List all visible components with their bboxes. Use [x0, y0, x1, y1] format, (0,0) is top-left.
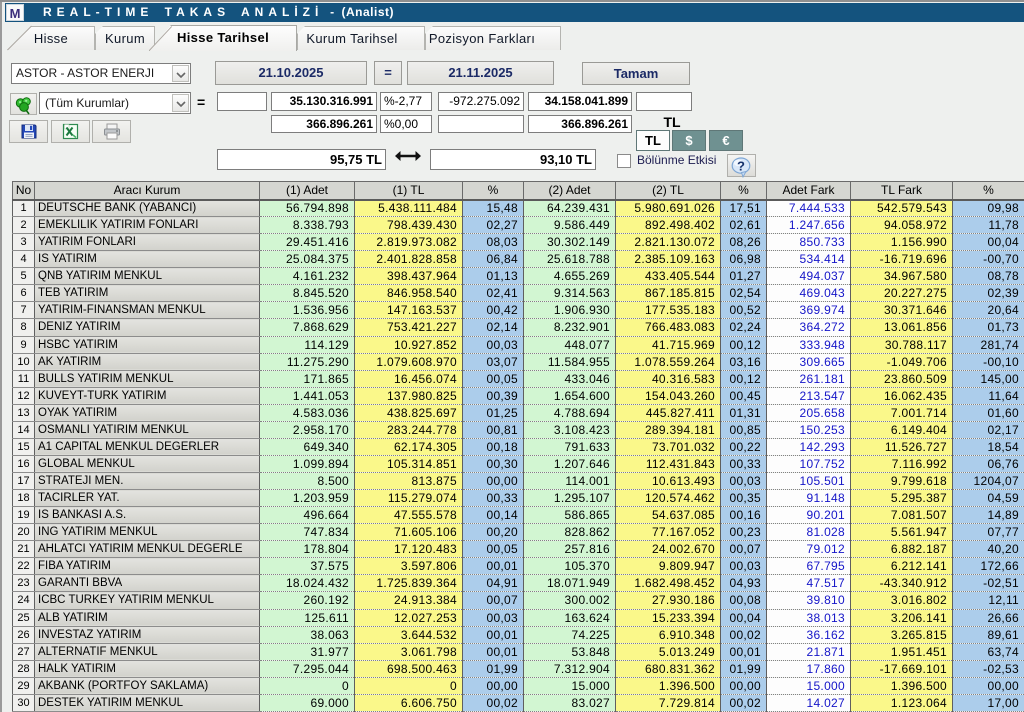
svg-text:?: ? [737, 159, 745, 174]
